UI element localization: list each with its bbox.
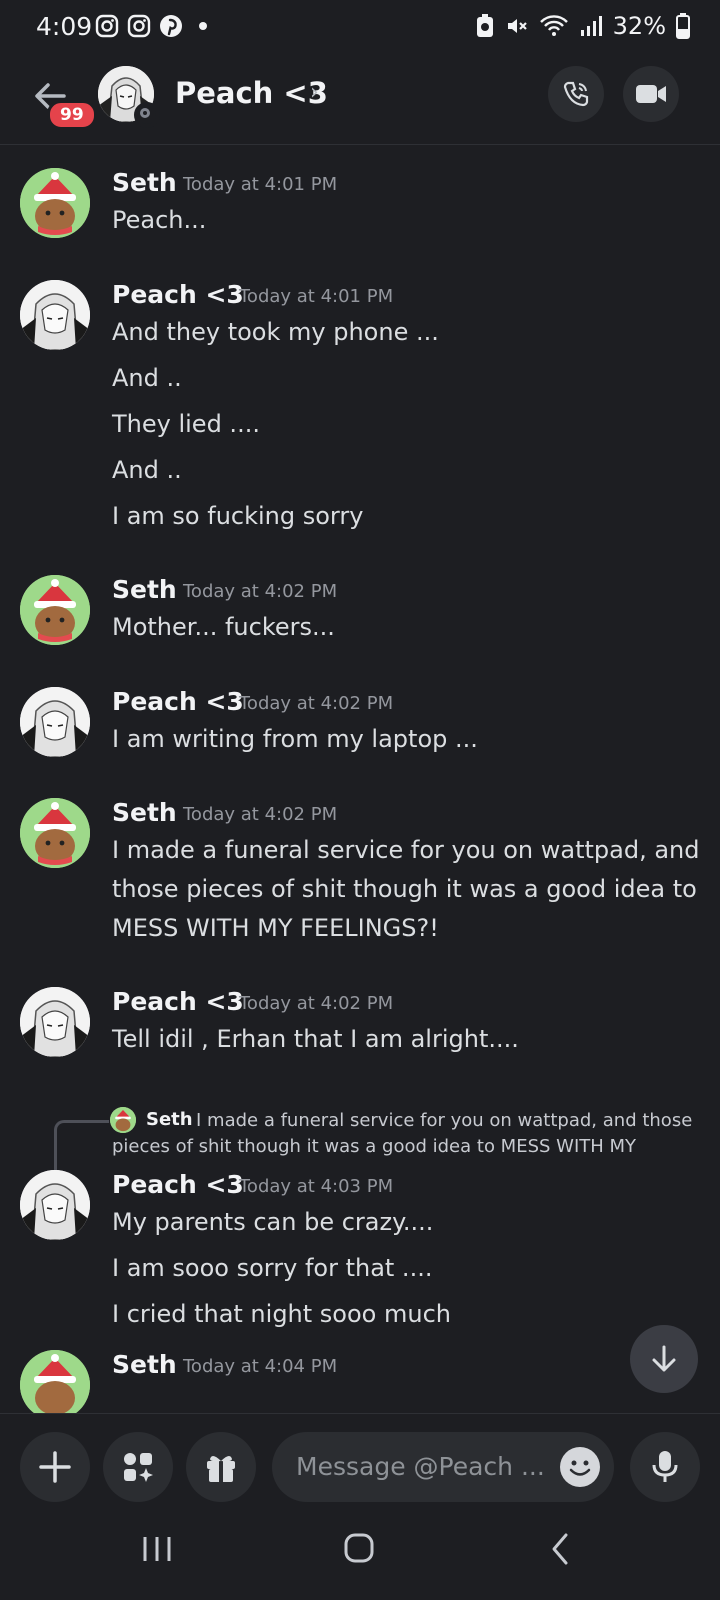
message-composer: Message @Peach ...: [0, 1413, 720, 1509]
message-author[interactable]: Peach <3: [112, 1170, 244, 1199]
phone-icon: [563, 81, 589, 107]
message-text: Mother... fuckers...: [112, 613, 335, 641]
conversation-header: 99 Peach <3 ›: [0, 58, 720, 145]
message-text: MESS WITH MY FEELINGS?!: [112, 914, 439, 942]
apps-icon: [124, 1453, 153, 1482]
back-icon[interactable]: [548, 1532, 572, 1566]
peach-avatar-image: [20, 1170, 90, 1240]
home-icon[interactable]: [343, 1532, 375, 1564]
reply-text[interactable]: I made a funeral service for you on watt…: [196, 1110, 692, 1131]
conversation-name[interactable]: Peach <3: [175, 76, 328, 110]
avatar[interactable]: [20, 280, 90, 350]
message-input[interactable]: Message @Peach ...: [272, 1432, 614, 1502]
microphone-icon: [652, 1451, 678, 1482]
emoji-button[interactable]: [560, 1447, 600, 1487]
voice-call-button[interactable]: [548, 66, 604, 122]
message-text: I am writing from my laptop ...: [112, 725, 478, 753]
message-author[interactable]: Seth: [112, 798, 177, 827]
message-text: I am sooo sorry for that ....: [112, 1254, 433, 1282]
avatar[interactable]: [20, 168, 90, 238]
signal-icon: [580, 16, 602, 36]
seth-avatar-image: [20, 168, 90, 238]
seth-avatar-image: [20, 1350, 90, 1413]
avatar[interactable]: [20, 798, 90, 868]
wifi-icon: [539, 15, 568, 36]
message-author[interactable]: Peach <3: [112, 280, 244, 309]
message-text: They lied ....: [112, 410, 260, 438]
message-list[interactable]: Seth Today at 4:01 PM Peach... Peach <3 …: [0, 145, 720, 1413]
message-text: My parents can be crazy....: [112, 1208, 434, 1236]
status-indicator: [134, 102, 160, 128]
message-timestamp: Today at 4:02 PM: [239, 693, 394, 714]
notification-icons: [95, 14, 207, 38]
reply-text[interactable]: pieces of shit though it was a good idea…: [112, 1136, 636, 1157]
emoji-icon: [561, 1448, 599, 1486]
peach-avatar-image: [20, 280, 90, 350]
mute-icon: [507, 19, 527, 33]
message-text: And they took my phone ...: [112, 318, 439, 346]
unread-badge: 99: [47, 100, 97, 130]
recents-icon[interactable]: [140, 1534, 174, 1564]
avatar[interactable]: [20, 987, 90, 1057]
message-timestamp: Today at 4:03 PM: [239, 1176, 394, 1197]
seth-avatar-image: [20, 798, 90, 868]
message-text: And ..: [112, 456, 182, 484]
message-placeholder: Message @Peach ...: [296, 1452, 545, 1481]
message-timestamp: Today at 4:02 PM: [183, 804, 338, 825]
message-text: I made a funeral service for you on watt…: [112, 836, 700, 864]
message-author[interactable]: Seth: [112, 575, 177, 604]
apps-button[interactable]: [103, 1432, 173, 1502]
battery-icon: [676, 13, 690, 39]
gift-icon: [207, 1455, 235, 1482]
message-author[interactable]: Seth: [112, 1350, 177, 1379]
battery-saver-icon: [476, 14, 493, 37]
message-timestamp: Today at 4:02 PM: [239, 993, 394, 1014]
message-text: Tell idil , Erhan that I am alright....: [112, 1025, 519, 1053]
status-bar: 4:09 32%: [0, 0, 720, 54]
peach-avatar-image: [20, 987, 90, 1057]
avatar[interactable]: [20, 687, 90, 757]
chevron-right-icon[interactable]: ›: [310, 80, 319, 105]
dot-icon: [199, 22, 207, 30]
reply-avatar: [110, 1107, 136, 1133]
video-icon: [636, 85, 666, 103]
message-timestamp: Today at 4:04 PM: [183, 1356, 338, 1377]
attach-button[interactable]: [20, 1432, 90, 1502]
message-text: I cried that night sooo much: [112, 1300, 451, 1328]
message-author[interactable]: Peach <3: [112, 687, 244, 716]
battery-percent: 32%: [612, 12, 666, 40]
reply-connector: [54, 1120, 109, 1178]
message-text: those pieces of shit though it was a goo…: [112, 875, 697, 903]
seth-avatar-image: [110, 1107, 136, 1133]
seth-avatar-image: [20, 575, 90, 645]
avatar[interactable]: [20, 575, 90, 645]
plus-icon: [39, 1451, 71, 1483]
instagram-icon: [95, 14, 119, 38]
message-author[interactable]: Seth: [112, 168, 177, 197]
instagram-icon: [127, 14, 151, 38]
pinterest-icon: [160, 15, 182, 37]
jump-to-latest-button[interactable]: [630, 1325, 698, 1393]
gift-button[interactable]: [186, 1432, 256, 1502]
system-icons: 32%: [475, 12, 690, 40]
status-time: 4:09: [36, 12, 93, 41]
avatar[interactable]: [20, 1350, 90, 1413]
message-text: I am so fucking sorry: [112, 502, 364, 530]
voice-message-button[interactable]: [630, 1432, 700, 1502]
message-timestamp: Today at 4:01 PM: [183, 174, 338, 195]
peach-avatar-image: [20, 687, 90, 757]
message-timestamp: Today at 4:02 PM: [183, 581, 338, 602]
message-author[interactable]: Peach <3: [112, 987, 244, 1016]
message-text: Peach...: [112, 206, 207, 234]
reply-author[interactable]: Seth: [146, 1109, 193, 1130]
system-nav-bar: [0, 1508, 720, 1600]
message-text: And ..: [112, 364, 182, 392]
arrow-down-icon: [652, 1345, 676, 1372]
video-call-button[interactable]: [623, 66, 679, 122]
message-timestamp: Today at 4:01 PM: [239, 286, 394, 307]
avatar[interactable]: [20, 1170, 90, 1240]
